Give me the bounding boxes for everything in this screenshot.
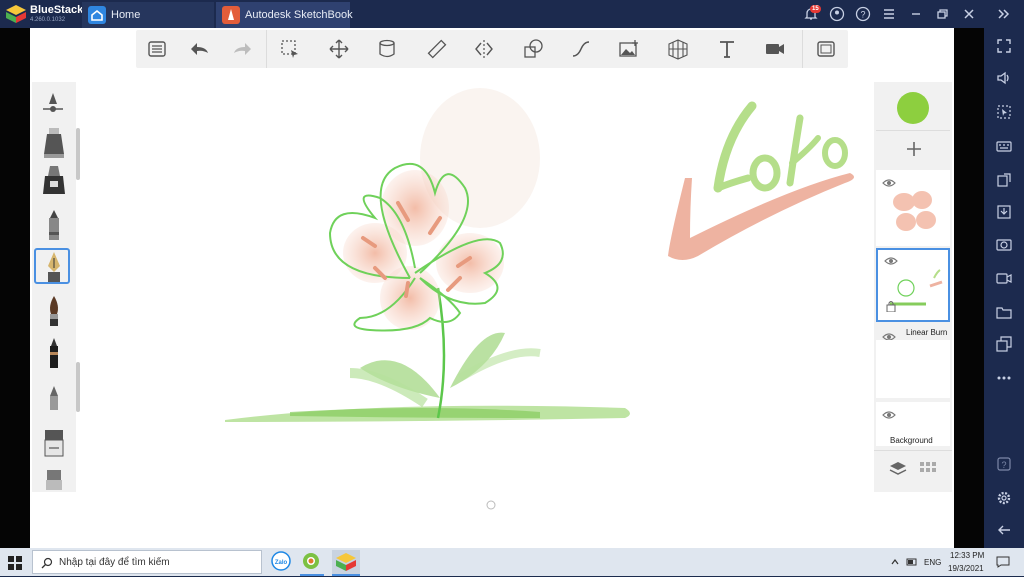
redo-icon[interactable] [232,38,254,60]
help-icon[interactable]: ? [996,456,1012,472]
svg-text:?: ? [1001,460,1006,470]
marker-brush-icon[interactable] [40,126,68,160]
layer-background[interactable]: Background [876,402,950,446]
perspective-grid-icon[interactable] [667,38,689,60]
grid-view-icon[interactable] [919,461,937,477]
eye-icon[interactable] [882,410,896,420]
brush-scrollbar-thumb[interactable] [76,362,80,412]
eraser-brush-icon[interactable] [40,426,68,460]
install-apk-icon[interactable] [996,172,1012,188]
more-options-icon[interactable] [996,370,1012,386]
smudge-brush-icon[interactable] [40,466,68,500]
layer-item-1[interactable] [876,170,950,246]
notification-count-badge: 15 [810,5,821,13]
panel-divider [876,130,950,131]
screenshot-icon[interactable] [996,236,1012,252]
taskbar-app-zalo[interactable]: Zalo [270,550,292,574]
close-icon[interactable] [961,6,977,22]
restore-icon[interactable] [934,6,950,22]
paint-brush-icon[interactable] [40,294,68,328]
tab-home[interactable]: Home [82,2,214,28]
bluestacks-logo-icon [6,5,26,23]
fill-bucket-icon[interactable] [376,38,398,60]
minimize-icon[interactable] [908,6,924,22]
svg-text:Zalo: Zalo [275,560,288,566]
tray-language[interactable]: ENG [924,558,941,567]
pointer-icon[interactable] [996,104,1012,120]
bluestacks-name: BlueStacks [30,4,90,16]
drawing-canvas[interactable] [30,28,954,548]
bluestacks-icon [336,553,356,571]
brush-scrollbar-thumb[interactable] [76,128,80,180]
pencil-brush-icon[interactable] [40,208,68,242]
curve-stroke-icon[interactable] [570,38,592,60]
toolbar-divider [266,30,267,68]
ballpoint-brush-icon[interactable] [40,336,68,370]
account-icon[interactable] [829,6,845,22]
layer-item-3[interactable] [876,326,950,398]
record-video-icon[interactable] [996,270,1012,286]
letterbox-right [954,28,984,548]
text-tool-icon[interactable] [716,38,738,60]
sketchbook-toolbar [136,30,848,68]
layers-stack-icon[interactable] [888,460,908,478]
menu-icon[interactable] [881,6,897,22]
taskbar-search-box[interactable]: Nhập tại đây để tìm kiếm [32,550,262,574]
add-image-icon[interactable] [618,38,640,60]
zalo-icon: Zalo [271,551,291,571]
settings-gear-icon[interactable] [996,490,1012,506]
menu-list-icon[interactable] [146,38,168,60]
airbrush-icon[interactable] [40,164,68,198]
toolbar-divider [802,30,803,68]
fullscreen-icon[interactable] [996,38,1012,54]
layer-thumbnail [876,340,950,398]
shapes-icon[interactable] [522,38,544,60]
tray-chevron-up-icon[interactable] [890,557,900,567]
charcoal-brush-icon[interactable] [40,382,68,416]
letterbox-left [0,28,30,548]
taskbar-app-bluestacks[interactable] [332,550,360,576]
taskbar-app-browser[interactable] [300,550,324,576]
search-icon [41,557,53,569]
layer-lock-icon[interactable] [886,300,896,312]
search-placeholder: Nhập tại đây để tìm kiếm [59,557,170,568]
volume-icon[interactable] [996,70,1012,86]
undo-icon[interactable] [188,38,210,60]
tray-time: 12:33 PM [950,551,985,560]
current-color-swatch[interactable] [897,92,929,124]
layer-thumbnail [893,191,936,231]
tray-date: 19/3/2021 [948,564,984,573]
bluestacks-sidebar: ? [984,28,1024,548]
tab-home-label: Home [111,9,141,21]
help-icon[interactable]: ? [855,6,871,22]
fullscreen-toggle-icon[interactable] [815,38,837,60]
symmetry-icon[interactable] [473,38,495,60]
sketchbook-app-icon [222,6,240,24]
bluestacks-version: 4.260.0.1032 [30,17,66,23]
tab-sketchbook-label: Autodesk SketchBook [245,9,353,21]
multi-instance-icon[interactable] [996,336,1012,352]
layer-background-label: Background [890,436,933,445]
apk-download-icon[interactable] [996,204,1012,220]
browser-icon [303,553,319,569]
add-layer-icon[interactable] [905,140,923,158]
selection-icon[interactable] [279,38,301,60]
time-lapse-camera-icon[interactable] [764,38,786,60]
transform-move-icon[interactable] [328,38,350,60]
windows-start-icon[interactable] [8,556,22,570]
svg-text:?: ? [860,10,865,20]
expand-sidebar-icon[interactable] [996,6,1012,22]
battery-icon[interactable] [906,557,918,567]
ink-pen-brush-icon[interactable] [40,250,68,284]
folder-icon[interactable] [996,304,1012,320]
notification-center-icon[interactable] [996,555,1010,569]
tab-sketchbook[interactable]: Autodesk SketchBook [216,2,353,28]
home-icon [88,6,106,24]
brush-properties-icon[interactable] [40,90,66,116]
layer-item-2-selected[interactable] [876,248,950,322]
keyboard-icon[interactable] [996,138,1012,154]
back-arrow-icon[interactable] [996,522,1012,538]
ruler-icon[interactable] [426,38,448,60]
panel-divider [874,450,952,451]
